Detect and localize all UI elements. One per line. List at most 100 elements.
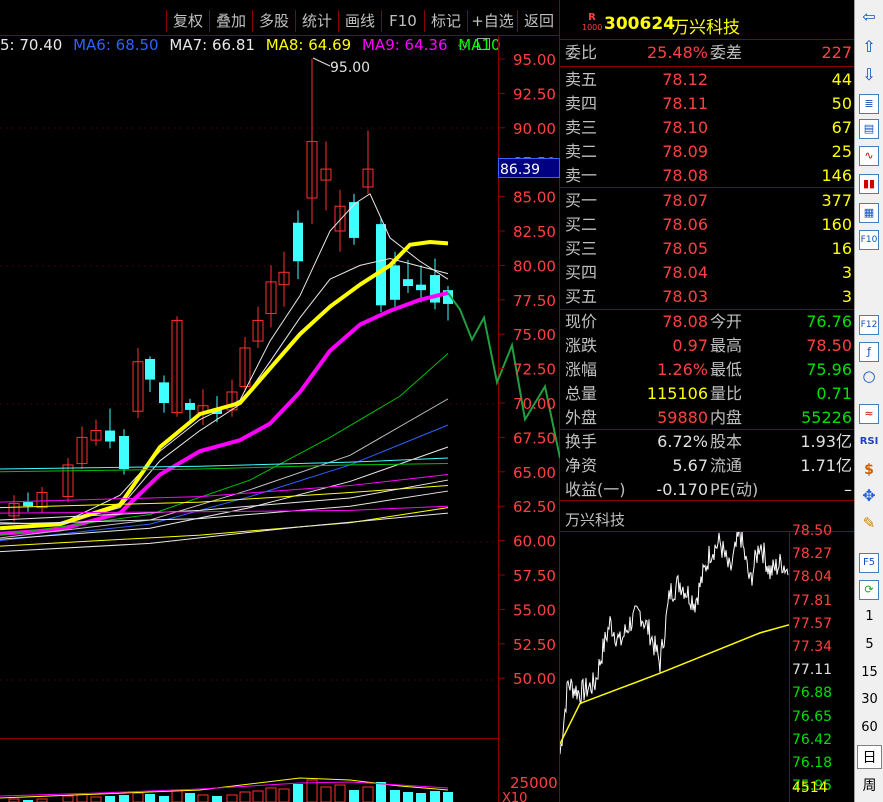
arrow-up-icon[interactable]: ⇧ bbox=[859, 38, 879, 58]
badge-top: R bbox=[588, 12, 596, 23]
candle-body bbox=[119, 436, 129, 470]
candle-body bbox=[145, 358, 155, 380]
bid-row: 买四 78.04 3 bbox=[560, 261, 854, 285]
period-1min[interactable]: 1 bbox=[855, 609, 883, 624]
quote-label: 涨跌 bbox=[565, 336, 598, 355]
volume-bar bbox=[90, 796, 102, 802]
volume-bar bbox=[252, 790, 264, 802]
bid-label: 买一 bbox=[565, 191, 598, 210]
ask-label: 卖五 bbox=[565, 70, 598, 89]
fundamental-value: -0.170 bbox=[656, 480, 708, 499]
volume-bar bbox=[171, 789, 183, 802]
ask-label: 卖四 bbox=[565, 94, 598, 113]
bid-volume: 377 bbox=[821, 191, 852, 210]
candle-body bbox=[23, 502, 33, 507]
period-15min[interactable]: 15 bbox=[855, 665, 883, 680]
fundamental-label: 换手 bbox=[565, 432, 598, 451]
line-chart-icon[interactable]: ∿ bbox=[859, 146, 879, 166]
price-axis-label: 70.00 bbox=[513, 395, 556, 413]
fundamental-label: 股本 bbox=[710, 432, 743, 451]
quote-row: 涨幅 1.26% 最低 75.96 bbox=[560, 358, 854, 382]
f12-icon[interactable]: F12 bbox=[859, 315, 879, 335]
volume-bar bbox=[265, 787, 277, 802]
bid-label: 买五 bbox=[565, 287, 598, 306]
intraday-axis-label: 77.34 bbox=[792, 639, 833, 655]
period-week[interactable]: 周 bbox=[855, 775, 883, 795]
refresh-icon[interactable]: ⟳ bbox=[859, 580, 879, 600]
ma20-line bbox=[0, 505, 449, 514]
period-60min[interactable]: 60 bbox=[855, 720, 883, 735]
intraday-volume-label: 4514 bbox=[792, 780, 828, 796]
bid-label: 买二 bbox=[565, 215, 598, 234]
report-icon[interactable]: ▦ bbox=[859, 203, 879, 223]
formula-icon[interactable]: ƒ bbox=[859, 342, 879, 362]
bid-price: 78.06 bbox=[662, 215, 708, 234]
bid-volume: 16 bbox=[831, 239, 852, 258]
wave-icon[interactable]: ≈ bbox=[859, 404, 879, 424]
volume-bar bbox=[278, 788, 290, 802]
high-price-label: 95.00 bbox=[330, 60, 370, 76]
ask-row: 卖三 78.10 67 bbox=[560, 116, 854, 140]
quote-panel: R 1000 300624 万兴科技 委比 25.48% 委差 227 卖五 78… bbox=[560, 10, 854, 500]
quote-label: 最低 bbox=[710, 360, 743, 379]
intraday-axis-label: 76.65 bbox=[792, 708, 833, 725]
detail-icon[interactable]: ▤ bbox=[859, 119, 879, 139]
bid-label: 买四 bbox=[565, 263, 598, 282]
cursor-price-box: 86.39 bbox=[498, 158, 560, 178]
intraday-axis-label: 78.04 bbox=[792, 569, 833, 586]
ask-price: 78.12 bbox=[662, 70, 708, 89]
ask-row: 卖二 78.09 25 bbox=[560, 140, 854, 164]
ask-row: 卖一 78.08 146 bbox=[560, 164, 854, 188]
price-axis-label: 55.00 bbox=[513, 601, 556, 619]
ma22-line bbox=[0, 512, 449, 553]
ask-row: 卖四 78.11 50 bbox=[560, 92, 854, 116]
price-axis-label: 75.00 bbox=[513, 326, 556, 344]
f10-icon[interactable]: F10 bbox=[859, 230, 879, 250]
list-icon[interactable]: ≣ bbox=[859, 94, 879, 114]
volume-bar bbox=[362, 786, 374, 802]
period-5min[interactable]: 5 bbox=[855, 637, 883, 652]
bid-price: 78.05 bbox=[662, 239, 708, 258]
weicha-value: 227 bbox=[821, 43, 852, 62]
arrow-down-icon[interactable]: ⇩ bbox=[859, 66, 879, 86]
price-axis-label: 95.00 bbox=[513, 51, 556, 69]
ask-price: 78.11 bbox=[662, 94, 708, 113]
price-axis-label: 82.50 bbox=[513, 223, 556, 241]
stock-badge: R 1000 bbox=[582, 12, 602, 38]
candle-body bbox=[293, 222, 303, 262]
candle-body bbox=[416, 284, 426, 291]
quote-label: 量比 bbox=[710, 384, 743, 403]
move-icon[interactable]: ✥ bbox=[859, 487, 879, 507]
volume-bar bbox=[430, 791, 440, 802]
rsi-icon[interactable]: RSI bbox=[859, 433, 879, 453]
intraday-axis-label: 77.11 bbox=[792, 662, 833, 679]
weibi-value: 25.48% bbox=[646, 43, 708, 62]
candle-icon[interactable]: ▮▮ bbox=[859, 174, 879, 194]
weibi-row: 委比 25.48% 委差 227 bbox=[560, 41, 854, 65]
volume-bar bbox=[376, 782, 386, 802]
volume-bar bbox=[349, 790, 359, 802]
circle-icon[interactable]: ○ bbox=[859, 367, 879, 387]
f5-icon[interactable]: F5 bbox=[859, 553, 879, 573]
price-axis-label: 72.50 bbox=[513, 361, 556, 379]
ask-label: 卖二 bbox=[565, 142, 598, 161]
fundamental-label: PE(动) bbox=[710, 480, 759, 499]
period-30min[interactable]: 30 bbox=[855, 692, 883, 707]
kline-chart[interactable]: 95.00 95.0092.5090.0087.5085.0082.5080.0… bbox=[0, 0, 560, 802]
ask-volume: 44 bbox=[831, 70, 852, 89]
stock-code: 300624 bbox=[604, 14, 675, 34]
candle-body bbox=[349, 202, 359, 238]
quote-value: 0.97 bbox=[672, 336, 708, 355]
ask-row: 卖五 78.12 44 bbox=[560, 68, 854, 92]
volume-axis-label: 25000 bbox=[510, 774, 558, 792]
price-axis-label: 52.50 bbox=[513, 636, 556, 654]
right-toolbar: ⇦ ⇧ ⇩ ≣ ▤ ∿ ▮▮ ▦ F10 F12 ƒ ○ ≈ RSI $ ✥ ✎… bbox=[854, 0, 883, 802]
stock-name: 万兴科技 bbox=[672, 18, 740, 38]
quote-row: 现价 78.08 今开 76.76 bbox=[560, 310, 854, 334]
pen-icon[interactable]: ✎ bbox=[859, 514, 879, 534]
money-icon[interactable]: $ bbox=[859, 461, 879, 481]
period-day[interactable]: 日 bbox=[857, 745, 882, 769]
volume-bar bbox=[403, 792, 413, 802]
mini-chart-title: 万兴科技 bbox=[565, 511, 626, 529]
arrow-left-icon[interactable]: ⇦ bbox=[859, 8, 879, 28]
